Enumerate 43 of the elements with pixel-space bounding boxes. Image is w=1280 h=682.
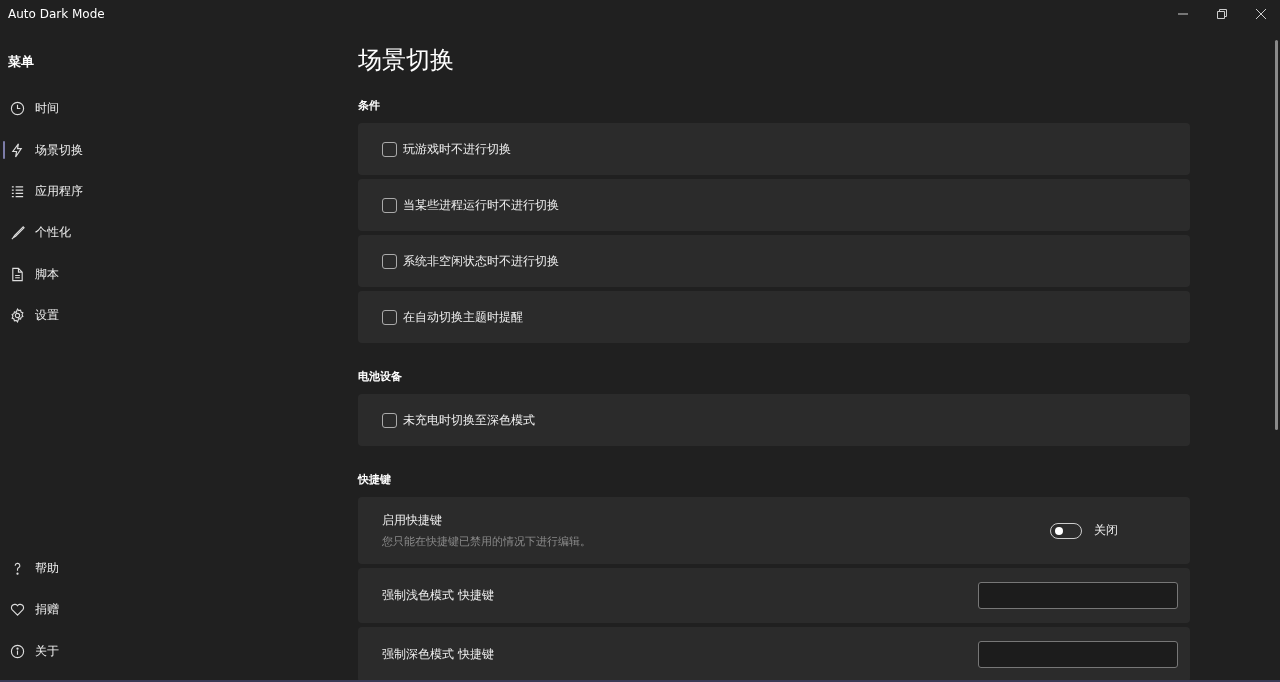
nav-item[interactable]: 捐赠 [0, 589, 300, 631]
nav-item[interactable]: 个性化 [0, 212, 300, 254]
setting-label: 启用快捷键 [382, 512, 443, 529]
checkbox-option[interactable]: 玩游戏时不进行切换 [382, 140, 511, 158]
section-heading: 条件 [358, 98, 381, 113]
info-icon [10, 643, 25, 659]
heart-icon [10, 602, 25, 618]
toggle-state-label: 关闭 [1094, 522, 1118, 539]
section-heading: 电池设备 [358, 369, 403, 384]
nav-item[interactable]: 脚本 [0, 253, 300, 295]
brush-icon [10, 225, 25, 241]
bolt-icon [10, 142, 25, 158]
hotkey-field[interactable] [978, 582, 1178, 609]
list-icon [10, 183, 25, 199]
nav-item[interactable]: 帮助 [0, 547, 300, 590]
nav-item[interactable]: 应用程序 [0, 170, 300, 213]
scrollbar[interactable] [1275, 40, 1278, 430]
checkbox-option[interactable]: 在自动切换主题时提醒 [382, 308, 523, 326]
checkbox[interactable] [382, 197, 397, 213]
clock-icon [10, 101, 25, 117]
setting-label: 强制深色模式 快捷键 [382, 646, 494, 663]
hotkey-field[interactable] [978, 641, 1178, 668]
checkbox-option[interactable]: 当某些进程运行时不进行切换 [382, 196, 559, 214]
nav-item[interactable]: 设置 [0, 294, 300, 337]
checkbox[interactable] [382, 141, 397, 157]
checkbox[interactable] [382, 253, 397, 269]
nav-item[interactable]: 场景切换 [0, 129, 300, 171]
checkbox[interactable] [382, 412, 397, 428]
section-heading: 快捷键 [358, 472, 392, 487]
checkbox[interactable] [382, 309, 397, 325]
setting-label: 强制浅色模式 快捷键 [382, 587, 494, 604]
restore-icon[interactable] [1217, 9, 1227, 19]
nav-item[interactable]: 关于 [0, 630, 300, 672]
menu-heading: 菜单 [7, 53, 35, 71]
page-title: 场景切换 [358, 45, 455, 76]
checkbox-option[interactable]: 系统非空闲状态时不进行切换 [382, 252, 559, 270]
window-title: Auto Dark Mode [8, 7, 105, 21]
setting-description: 您只能在快捷键已禁用的情况下进行编辑。 [382, 534, 591, 549]
close-icon[interactable] [1256, 9, 1266, 19]
nav-item[interactable]: 时间 [0, 88, 300, 130]
file-icon [10, 266, 25, 282]
checkbox-option[interactable]: 未充电时切换至深色模式 [382, 411, 535, 429]
gear-icon [10, 308, 25, 324]
